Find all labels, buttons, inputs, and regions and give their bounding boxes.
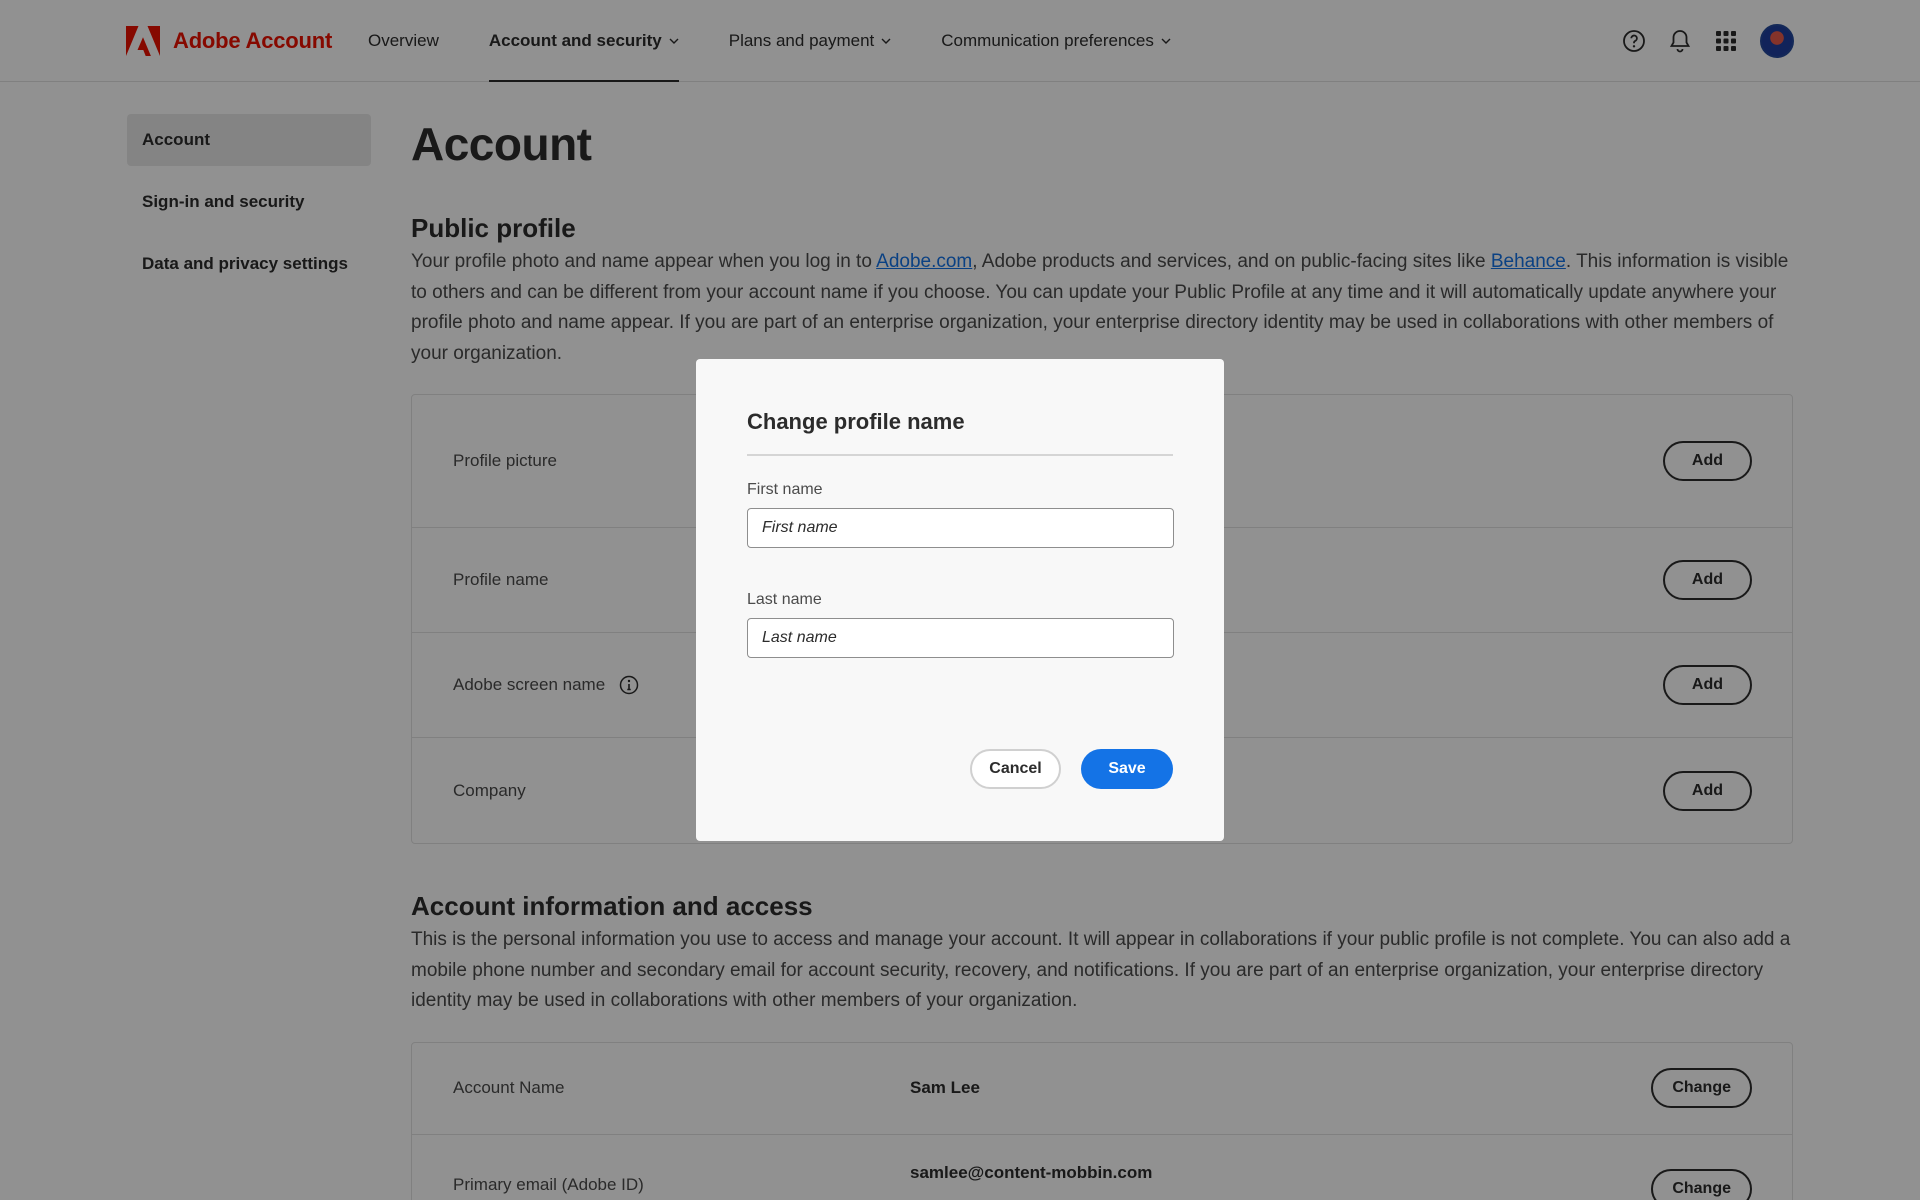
- dialog-title: Change profile name: [747, 409, 965, 434]
- first-name-label: First name: [747, 481, 823, 498]
- cancel-button[interactable]: Cancel: [970, 749, 1061, 789]
- first-name-input[interactable]: [747, 508, 1174, 548]
- dialog-divider: [747, 454, 1173, 456]
- last-name-label: Last name: [747, 591, 822, 608]
- change-profile-name-dialog: Change profile name First name Last name…: [696, 359, 1224, 841]
- last-name-input[interactable]: [747, 618, 1174, 658]
- save-button[interactable]: Save: [1081, 749, 1173, 789]
